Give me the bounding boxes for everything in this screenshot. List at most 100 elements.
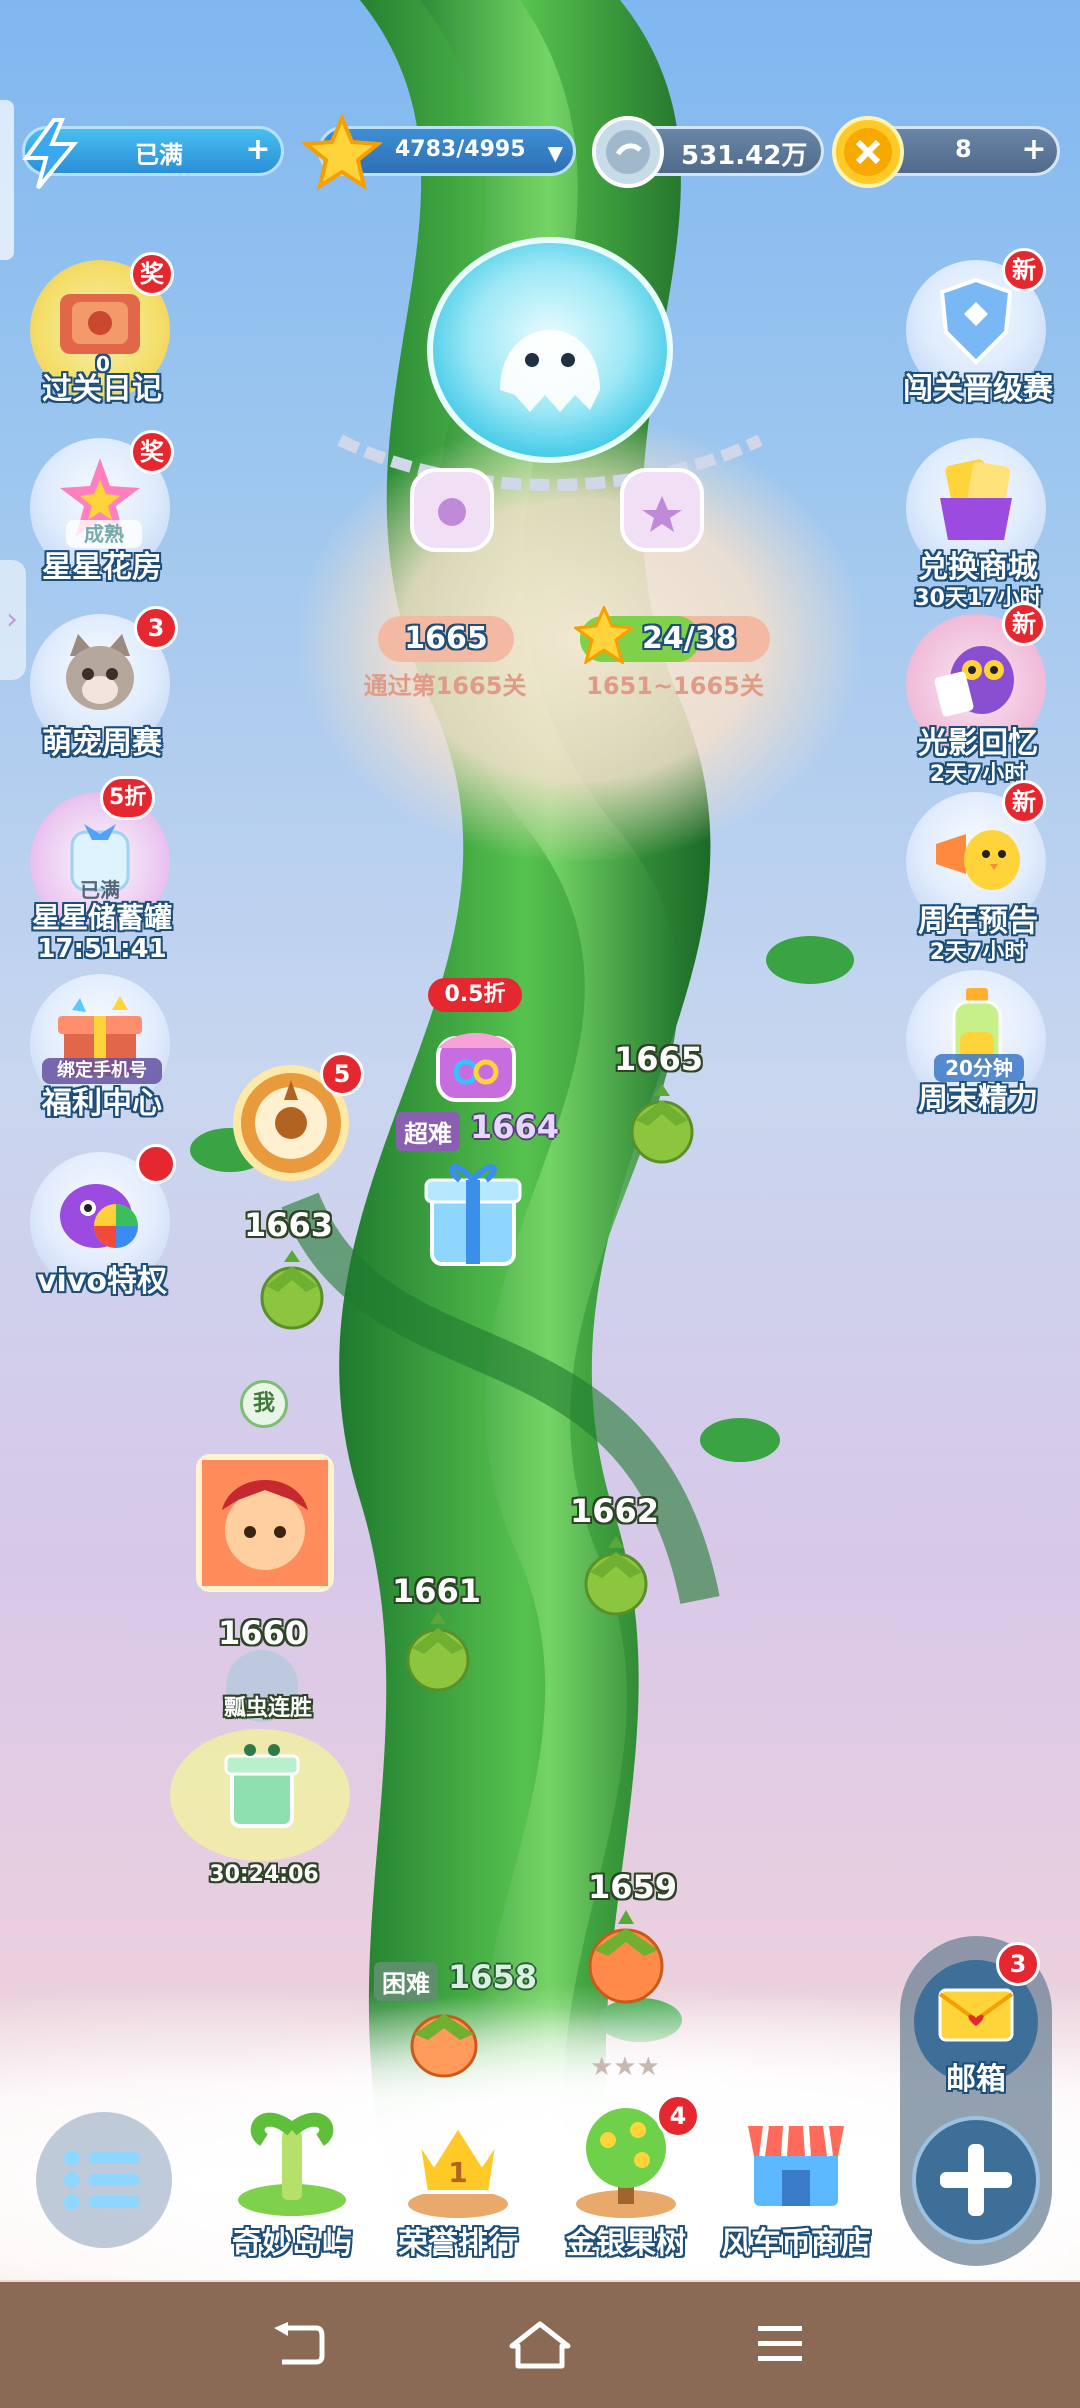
- plus-icon: [940, 2144, 1012, 2216]
- avatar-portrait: [202, 1460, 328, 1586]
- star-requirement-value: 24/38: [642, 621, 737, 656]
- level-node-1663[interactable]: [256, 1246, 328, 1332]
- player-avatar[interactable]: [196, 1454, 334, 1592]
- nav-wonder-island[interactable]: 奇妙岛屿: [212, 2100, 372, 2270]
- side-button-welfare-center[interactable]: 绑定手机号 福利中心: [0, 966, 170, 1136]
- level-node-1659[interactable]: [584, 1906, 668, 2006]
- level-requirement-value: 1665: [404, 621, 488, 656]
- mailbox-button[interactable]: 邮箱 3: [908, 1942, 1044, 2104]
- menu-list-button[interactable]: [36, 2112, 172, 2248]
- system-navigation-bar: [0, 2282, 1080, 2408]
- silver-coin-icon: [592, 116, 664, 188]
- gold-add-button[interactable]: +: [1017, 134, 1051, 168]
- side-button-star-greenhouse[interactable]: 成熟 星星花房 奖: [0, 430, 174, 600]
- side-drawer-handle-top[interactable]: [0, 100, 14, 260]
- svg-text:1: 1: [448, 2156, 467, 2189]
- star-icon: [302, 114, 382, 190]
- level-label-1664: 1664: [470, 1108, 560, 1146]
- level-label-1659: 1659: [588, 1868, 678, 1906]
- add-button[interactable]: [912, 2116, 1040, 2244]
- side-button-label: 闯关晋级赛: [903, 372, 1053, 407]
- list-icon: [64, 2150, 140, 2210]
- discount-badge: 5折: [100, 776, 156, 820]
- ticket-basket-icon: [940, 459, 1012, 540]
- side-button-level-promotion[interactable]: 闯关晋级赛 新: [876, 248, 1053, 422]
- side-button-anniversary-preview[interactable]: 周年预告 2天7小时 新: [876, 780, 1046, 965]
- cat-icon: [66, 634, 134, 710]
- side-button-label: vivo特权: [36, 1264, 167, 1299]
- reward-badge: 奖: [130, 430, 174, 474]
- home-icon[interactable]: [508, 2320, 572, 2370]
- red-dot-badge: [136, 1144, 176, 1184]
- mail-count-badge: 3: [996, 1942, 1040, 1986]
- shop-stall-icon: [748, 2125, 844, 2206]
- island-tree-icon: [238, 2112, 346, 2216]
- new-badge: 新: [1002, 780, 1046, 824]
- count-badge: 3: [134, 606, 178, 650]
- nav-gold-silver-tree[interactable]: 金银果树 4: [546, 2094, 706, 2270]
- streak-timer: 30:24:06: [209, 1862, 319, 1887]
- nav-label: 金银果树: [566, 2226, 686, 2261]
- side-button-star-piggybank[interactable]: 已满 星星储蓄罐 17:51:41 5折: [0, 776, 172, 964]
- lightning-icon: [22, 118, 79, 190]
- streak-label: 瓢虫连胜: [223, 1696, 312, 1721]
- level-node-1665[interactable]: [626, 1080, 698, 1166]
- side-button-label: 周末精力: [918, 1082, 1038, 1117]
- side-button-pass-diary[interactable]: 0 过关日记 奖: [0, 252, 174, 422]
- ghost-bubble-chest[interactable]: [300, 200, 800, 580]
- gold-coin-icon: [832, 116, 904, 188]
- discount-tag-label: 0.5折: [444, 982, 506, 1007]
- nav-windmill-coin-shop[interactable]: 风车币商店: [716, 2100, 876, 2270]
- reward-badge: 奖: [130, 252, 174, 296]
- level-label-1660: 1660: [218, 1614, 308, 1652]
- level-requirement-pill: 1665: [378, 616, 514, 662]
- level-requirement-caption: 通过第1665关: [363, 672, 527, 700]
- level-label-1663: 1663: [244, 1206, 334, 1244]
- side-button-label: 星星花房: [42, 550, 162, 585]
- crown-trophy-icon: 1: [408, 2122, 508, 2218]
- nav-label: 奇妙岛屿: [232, 2226, 352, 2261]
- difficulty-tag: 困难: [374, 1962, 438, 2001]
- mail-envelope-icon: [938, 1988, 1014, 2042]
- side-button-exchange-mall[interactable]: 兑换商城 30天17小时: [876, 430, 1046, 611]
- ladybug-streak-chest[interactable]: [160, 1720, 360, 1870]
- wheel-badge: 5: [320, 1052, 364, 1096]
- nav-label: 荣誉排行: [398, 2226, 518, 2261]
- side-button-label: 萌宠周赛: [42, 726, 162, 761]
- back-icon[interactable]: [270, 2322, 326, 2368]
- level-node-1658[interactable]: [404, 2000, 484, 2080]
- level-node-1661[interactable]: [402, 1608, 474, 1694]
- me-marker: 我: [240, 1380, 288, 1428]
- side-button-label: 星星储蓄罐: [31, 901, 172, 934]
- level-node-1664[interactable]: [424, 1150, 522, 1268]
- vivo-monster-icon: [60, 1184, 138, 1248]
- difficulty-tag: 超难: [396, 1112, 460, 1151]
- countdown-timer: 17:51:41: [37, 934, 167, 964]
- tree-count-badge: 4: [656, 2094, 700, 2138]
- star-icon: [574, 606, 634, 664]
- level-label-1665: 1665: [614, 1040, 704, 1078]
- side-button-label: 过关日记: [42, 372, 162, 407]
- energy-value: 已满: [135, 141, 183, 169]
- side-button-pet-weekly[interactable]: 萌宠周赛 3: [0, 606, 178, 776]
- nav-honor-ranking[interactable]: 1 荣誉排行: [378, 2100, 538, 2270]
- gold-coins-value: 8: [955, 135, 972, 163]
- cake-gift-icon[interactable]: [426, 1008, 526, 1108]
- energy-add-button[interactable]: +: [241, 134, 275, 168]
- star-requirement-caption: 1651~1665关: [586, 672, 764, 700]
- menu-icon[interactable]: [756, 2322, 804, 2366]
- level-node-1662[interactable]: [580, 1532, 652, 1618]
- chevron-down-icon: ▼: [547, 141, 563, 165]
- side-button-label: 福利中心: [42, 1086, 162, 1121]
- new-badge: 新: [1002, 602, 1046, 646]
- level-label-1658: 1658: [448, 1958, 538, 1996]
- stars-value: 4783/4995: [395, 137, 526, 162]
- level-label-1661: 1661: [392, 1572, 482, 1610]
- side-button-light-shadow-memory[interactable]: 光影回忆 2天7小时 新: [876, 602, 1046, 787]
- level-label-1662: 1662: [570, 1492, 660, 1530]
- side-button-vivo-privilege[interactable]: vivo特权: [0, 1144, 176, 1314]
- three-stars-rating: ★★★: [590, 2052, 660, 2082]
- side-button-weekend-energy[interactable]: 20分钟 周末精力: [876, 962, 1046, 1132]
- discount-tag: 0.5折: [428, 978, 522, 1012]
- silver-coins-value: 531.42万: [681, 141, 808, 171]
